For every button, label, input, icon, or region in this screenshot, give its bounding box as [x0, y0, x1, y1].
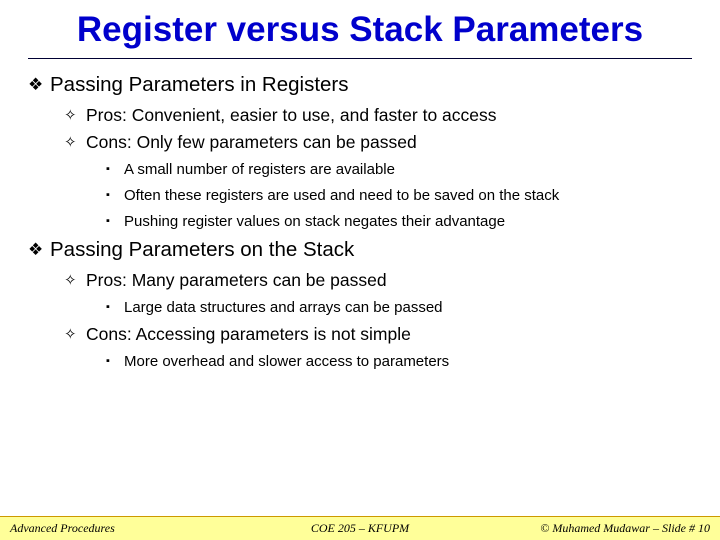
- slide-title: Register versus Stack Parameters: [28, 0, 692, 59]
- section-heading: ❖ Passing Parameters in Registers: [28, 73, 692, 97]
- diamond-open-icon: ✧: [64, 105, 86, 126]
- sub-item-text: More overhead and slower access to param…: [124, 352, 449, 371]
- sub-item: ▪ Large data structures and arrays can b…: [106, 298, 692, 317]
- footer-slide-number: Slide # 10: [662, 521, 710, 535]
- square-icon: ▪: [106, 352, 124, 371]
- sub-item-text: A small number of registers are availabl…: [124, 160, 395, 179]
- section-heading: ❖ Passing Parameters on the Stack: [28, 238, 692, 262]
- list-item: ✧ Pros: Many parameters can be passed: [64, 270, 692, 291]
- list-item-text: Pros: Many parameters can be passed: [86, 270, 387, 291]
- footer-author: © Muhamed Mudawar: [540, 521, 650, 535]
- heading-text: Passing Parameters on the Stack: [50, 238, 354, 262]
- diamond-open-icon: ✧: [64, 324, 86, 345]
- list-item: ✧ Cons: Accessing parameters is not simp…: [64, 324, 692, 345]
- footer-center: COE 205 – KFUPM: [243, 521, 476, 536]
- footer-sep: –: [650, 521, 662, 535]
- footer-left: Advanced Procedures: [10, 521, 243, 536]
- square-icon: ▪: [106, 160, 124, 179]
- diamond-filled-icon: ❖: [28, 73, 50, 97]
- sub-item: ▪ More overhead and slower access to par…: [106, 352, 692, 371]
- list-item-text: Cons: Only few parameters can be passed: [86, 132, 417, 153]
- square-icon: ▪: [106, 298, 124, 317]
- sub-item-text: Often these registers are used and need …: [124, 186, 559, 205]
- slide: Register versus Stack Parameters ❖ Passi…: [0, 0, 720, 540]
- list-item: ✧ Cons: Only few parameters can be passe…: [64, 132, 692, 153]
- sub-item: ▪ A small number of registers are availa…: [106, 160, 692, 179]
- heading-text: Passing Parameters in Registers: [50, 73, 349, 97]
- square-icon: ▪: [106, 212, 124, 231]
- diamond-filled-icon: ❖: [28, 238, 50, 262]
- square-icon: ▪: [106, 186, 124, 205]
- sub-item-text: Large data structures and arrays can be …: [124, 298, 443, 317]
- footer-right: © Muhamed Mudawar – Slide # 10: [477, 521, 710, 536]
- list-item-text: Cons: Accessing parameters is not simple: [86, 324, 411, 345]
- sub-item: ▪ Often these registers are used and nee…: [106, 186, 692, 205]
- list-item-text: Pros: Convenient, easier to use, and fas…: [86, 105, 497, 126]
- diamond-open-icon: ✧: [64, 132, 86, 153]
- sub-item-text: Pushing register values on stack negates…: [124, 212, 505, 231]
- list-item: ✧ Pros: Convenient, easier to use, and f…: [64, 105, 692, 126]
- footer: Advanced Procedures COE 205 – KFUPM © Mu…: [0, 516, 720, 540]
- sub-item: ▪ Pushing register values on stack negat…: [106, 212, 692, 231]
- diamond-open-icon: ✧: [64, 270, 86, 291]
